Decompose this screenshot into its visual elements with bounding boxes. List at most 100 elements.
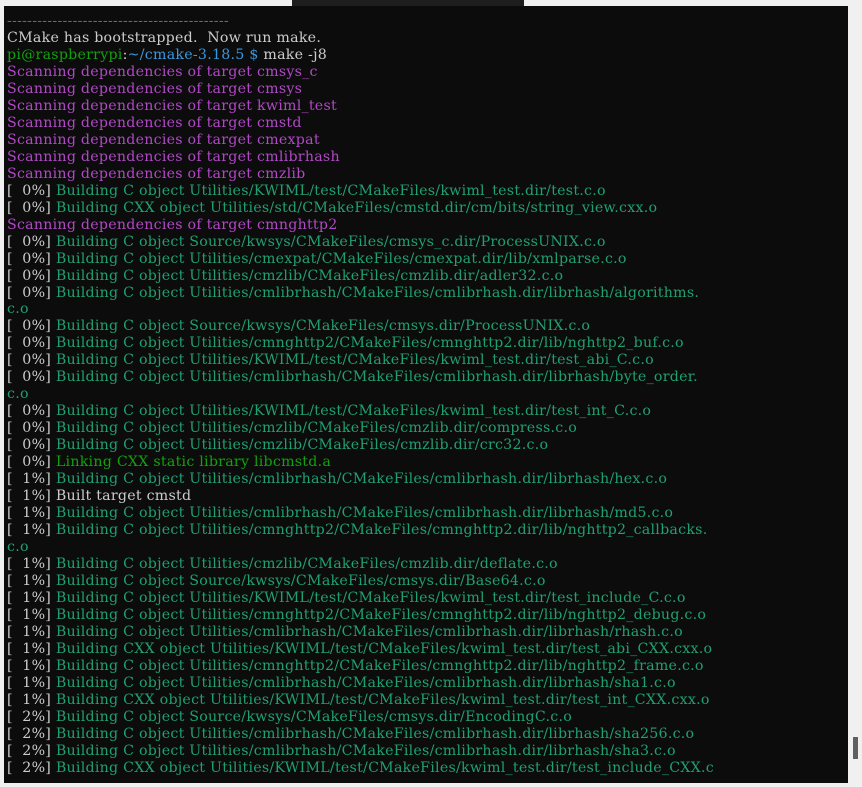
terminal-text-segment: [ 1%] bbox=[7, 674, 56, 691]
terminal-text-segment: Building C object Utilities/cmzlib/CMake… bbox=[55, 556, 558, 572]
terminal-lines: ----------------------------------------… bbox=[7, 13, 714, 777]
terminal-line: [ 1%] Built target cmstd bbox=[7, 488, 714, 505]
terminal-text-segment: Building CXX object Utilities/KWIML/test… bbox=[55, 691, 710, 708]
terminal-text-segment: Building C object Utilities/cmlibrhash/C… bbox=[55, 725, 695, 742]
terminal-text-segment: [ 1%] bbox=[7, 522, 56, 539]
terminal-line: [ 0%] Building C object Utilities/cmlibr… bbox=[7, 285, 714, 302]
terminal-text-segment: Scanning dependencies of target cmnghttp… bbox=[7, 216, 338, 233]
terminal-text-segment: [ 0%] bbox=[7, 403, 56, 420]
terminal-line: c.o bbox=[7, 301, 714, 318]
terminal-text-segment: ~/cmake-3.18.5 $ bbox=[127, 46, 259, 63]
terminal-line: Scanning dependencies of target cmexpat bbox=[7, 132, 714, 149]
terminal-text-segment: Building C object Utilities/KWIML/test/C… bbox=[55, 352, 654, 369]
terminal-line: Scanning dependencies of target cmnghttp… bbox=[7, 217, 714, 234]
terminal-text-segment: Scanning dependencies of target kwiml_te… bbox=[7, 97, 337, 114]
terminal-text-segment: Building C object Utilities/KWIML/test/C… bbox=[55, 403, 652, 420]
terminal-text-segment: Building C object Utilities/cmlibrhash/C… bbox=[55, 742, 676, 759]
terminal-line: [ 2%] Building C object Utilities/cmlibr… bbox=[7, 743, 714, 760]
terminal-text-segment: c.o bbox=[7, 301, 29, 318]
terminal-line: c.o bbox=[7, 539, 714, 556]
terminal-line: [ 0%] Building C object Utilities/KWIML/… bbox=[7, 403, 714, 420]
terminal-text-segment: [ 1%] bbox=[7, 657, 56, 674]
terminal-text-segment: Building C object Utilities/cmlibrhash/C… bbox=[55, 623, 683, 640]
terminal-text-segment: [ 0%] bbox=[7, 318, 56, 335]
terminal-line: [ 0%] Building C object Source/kwsys/CMa… bbox=[7, 234, 714, 251]
terminal-text-segment: make -j8 bbox=[258, 46, 328, 63]
terminal-text-segment: [ 0%] bbox=[7, 369, 56, 386]
terminal-line: Scanning dependencies of target cmlibrha… bbox=[7, 149, 714, 166]
terminal-text-segment: [ 0%] bbox=[7, 437, 56, 454]
terminal-line: [ 1%] Building C object Utilities/cmnght… bbox=[7, 658, 714, 675]
terminal-text-segment: [ 1%] bbox=[7, 640, 56, 657]
vertical-scrollbar[interactable] bbox=[848, 6, 862, 783]
terminal-text-segment: Building C object Utilities/KWIML/test/C… bbox=[55, 589, 686, 606]
terminal-text-segment: c.o bbox=[7, 539, 29, 556]
terminal-line: [ 0%] Building C object Source/kwsys/CMa… bbox=[7, 318, 714, 335]
terminal-line: Scanning dependencies of target cmstd bbox=[7, 115, 714, 132]
terminal-text-segment: [ 2%] bbox=[7, 725, 56, 742]
terminal-text-segment: [ 0%] bbox=[7, 420, 56, 437]
terminal-line: [ 0%] Building CXX object Utilities/std/… bbox=[7, 200, 714, 217]
terminal-text-segment: Building C object Utilities/cmzlib/CMake… bbox=[55, 267, 564, 284]
terminal-text-segment: [ 0%] bbox=[7, 454, 56, 471]
terminal-text-segment: Scanning dependencies of target cmstd bbox=[7, 114, 302, 131]
terminal-line: CMake has bootstrapped. Now run make. bbox=[7, 30, 714, 47]
terminal-line: [ 1%] Building C object Utilities/cmlibr… bbox=[7, 471, 714, 488]
terminal-text-segment: pi@raspberrypi bbox=[7, 46, 123, 63]
terminal-text-segment: ----------------------------------------… bbox=[7, 13, 229, 29]
terminal-text-segment: Scanning dependencies of target cmsys bbox=[7, 80, 303, 97]
terminal-line: c.o bbox=[7, 386, 714, 403]
terminal-text-segment: Building C object Utilities/KWIML/test/C… bbox=[55, 182, 606, 199]
terminal-line: [ 0%] Building C object Utilities/KWIML/… bbox=[7, 183, 714, 200]
terminal-text-segment: [ 1%] bbox=[7, 589, 56, 606]
terminal-line: [ 0%] Building C object Utilities/cmlibr… bbox=[7, 369, 714, 386]
terminal-line: [ 1%] Building C object Utilities/cmnght… bbox=[7, 522, 714, 539]
terminal-line: [ 2%] Building CXX object Utilities/KWIM… bbox=[7, 760, 714, 777]
terminal-line: [ 2%] Building C object Source/kwsys/CMa… bbox=[7, 709, 714, 726]
terminal-text-segment: [ 2%] bbox=[7, 708, 56, 725]
terminal-line: Scanning dependencies of target cmsys bbox=[7, 81, 714, 98]
terminal-text-segment: Scanning dependencies of target cmsys_c bbox=[7, 63, 318, 80]
terminal-text-segment: [ 1%] bbox=[7, 691, 56, 708]
terminal-line: [ 0%] Linking CXX static library libcmst… bbox=[7, 454, 714, 471]
terminal-text-segment: [ 1%] Built target cmstd bbox=[7, 488, 192, 505]
terminal-text-segment: Building C object Utilities/cmzlib/CMake… bbox=[55, 420, 578, 437]
terminal-text-segment: [ 0%] bbox=[7, 335, 56, 352]
terminal-line: Scanning dependencies of target cmsys_c bbox=[7, 64, 714, 81]
terminal-line: [ 1%] Building C object Utilities/cmlibr… bbox=[7, 505, 714, 522]
terminal-text-segment: [ 0%] bbox=[7, 284, 56, 301]
terminal-text-segment: Building CXX object Utilities/KWIML/test… bbox=[55, 640, 713, 657]
terminal-text-segment: Building C object Utilities/cmlibrhash/C… bbox=[55, 471, 668, 488]
terminal-text-segment: [ 1%] bbox=[7, 556, 56, 572]
terminal-line: [ 0%] Building C object Utilities/cmzlib… bbox=[7, 420, 714, 437]
terminal-text-segment: [ 1%] bbox=[7, 471, 56, 488]
terminal-text-segment: Building C object Source/kwsys/CMakeFile… bbox=[55, 708, 572, 725]
terminal-line: [ 0%] Building C object Utilities/cmexpa… bbox=[7, 251, 714, 268]
terminal-line: [ 1%] Building C object Utilities/cmlibr… bbox=[7, 675, 714, 692]
terminal-line: Scanning dependencies of target kwiml_te… bbox=[7, 98, 714, 115]
terminal-line: pi@raspberrypi:~/cmake-3.18.5 $ make -j8 bbox=[7, 47, 714, 64]
terminal-text-segment: Building C object Source/kwsys/CMakeFile… bbox=[55, 572, 546, 589]
terminal-line: [ 0%] Building C object Utilities/KWIML/… bbox=[7, 352, 714, 369]
terminal-text-segment: [ 0%] bbox=[7, 182, 56, 199]
terminal-text-segment: Building C object Utilities/cmnghttp2/CM… bbox=[55, 522, 708, 539]
terminal-text-segment: Building C object Utilities/cmlibrhash/C… bbox=[55, 284, 700, 301]
terminal-text-segment: [ 0%] bbox=[7, 267, 56, 284]
terminal-text-segment: Building CXX object Utilities/KWIML/test… bbox=[55, 759, 714, 776]
scrollbar-thumb[interactable] bbox=[853, 737, 858, 759]
terminal-text-segment: CMake has bootstrapped. Now run make. bbox=[7, 29, 322, 46]
terminal-text-segment: [ 1%] bbox=[7, 623, 56, 640]
terminal-line: [ 1%] Building C object Utilities/cmlibr… bbox=[7, 624, 714, 641]
terminal-line: Scanning dependencies of target cmzlib bbox=[7, 166, 714, 183]
terminal-text-segment: [ 0%] bbox=[7, 352, 56, 369]
terminal-output[interactable]: ----------------------------------------… bbox=[4, 6, 848, 783]
terminal-line: [ 1%] Building C object Utilities/cmzlib… bbox=[7, 556, 714, 573]
terminal-text-segment: [ 0%] bbox=[7, 250, 56, 267]
terminal-line: [ 1%] Building CXX object Utilities/KWIM… bbox=[7, 641, 714, 658]
terminal-text-segment: Building C object Source/kwsys/CMakeFile… bbox=[55, 233, 606, 250]
terminal-text-segment: Building CXX object Utilities/std/CMakeF… bbox=[55, 199, 658, 216]
terminal-text-segment: Building C object Utilities/cmzlib/CMake… bbox=[55, 437, 549, 454]
terminal-line: [ 0%] Building C object Utilities/cmzlib… bbox=[7, 437, 714, 454]
terminal-text-segment: c.o bbox=[7, 386, 29, 403]
terminal-text-segment: Building C object Utilities/cmlibrhash/C… bbox=[55, 674, 676, 691]
